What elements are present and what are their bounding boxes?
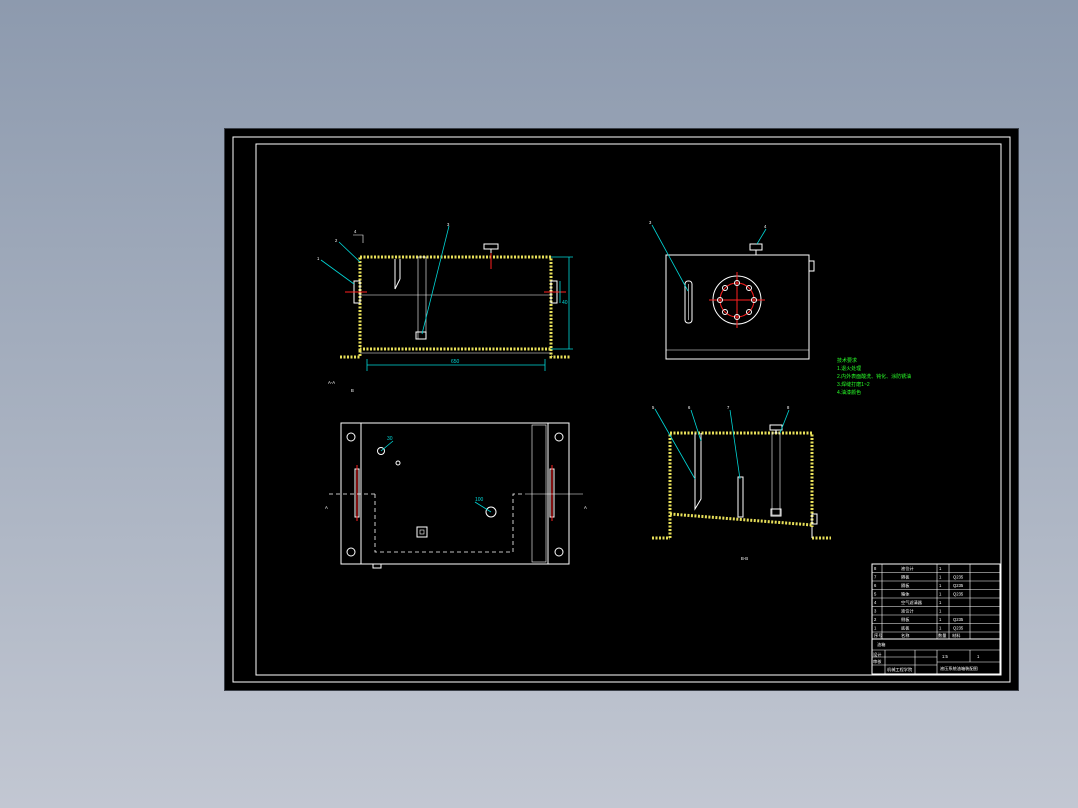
note-4: 4.油漆颜色: [837, 389, 861, 396]
note-3: 3.焊缝打磨1~2: [837, 381, 870, 388]
tb-school: 机械工程学院: [887, 666, 913, 673]
bom-cell-6-2: 1: [939, 617, 942, 622]
cad-viewport[interactable]: 650 40 1 2 3 4 A-A B 3 4 技术要求 1.退火处理 2.内…: [225, 129, 1018, 690]
bom-cell-1-2: 1: [939, 575, 942, 580]
side-callout-4: 4: [764, 224, 767, 229]
bom-cell-5-1: 液位计: [901, 608, 914, 615]
bom-cell-3-0: 5: [874, 592, 877, 597]
plan-view: 30 100 A A: [325, 422, 587, 569]
tb-title: 液压系统油箱装配图: [940, 665, 978, 672]
bom-header-no: 序号: [874, 632, 882, 639]
bom-cell-2-1: 隔板: [901, 582, 910, 589]
bom-cell-0-1: 液位计: [901, 565, 914, 572]
front-section-view: 650 40 1 2 3 4 A-A B: [317, 222, 573, 393]
bom-cell-7-2: 1: [939, 626, 942, 631]
bom-cell-4-1: 空气滤清器: [901, 599, 923, 606]
bom-cell-1-0: 7: [874, 575, 877, 580]
bom-cell-7-0: 1: [874, 626, 877, 631]
section-label-bb: B-B: [741, 556, 748, 561]
bom-cell-7-3: Q235: [953, 626, 964, 631]
tb-scale: 1:5: [942, 654, 948, 659]
section-callout-6: 6: [688, 405, 691, 410]
plan-dim-2: 100: [475, 497, 484, 503]
notes-title: 技术要求: [837, 357, 857, 364]
side-view: 3 4: [649, 220, 815, 360]
section-label-aa: A-A: [328, 380, 335, 385]
bom-cell-2-0: 6: [874, 583, 877, 588]
section-mark-a-left: A: [325, 505, 328, 510]
tb-designer: 设计: [873, 651, 881, 658]
sheet-border-inner: [255, 143, 1002, 676]
bom-cell-2-3: Q235: [953, 583, 964, 588]
bom-cell-0-0: 8: [874, 566, 877, 571]
bom-header-mat: 材料: [952, 632, 961, 639]
bom-cell-4-2: 1: [939, 600, 942, 605]
plan-dim-1: 30: [387, 436, 393, 442]
callout-4: 4: [354, 229, 357, 234]
bom-cell-5-0: 3: [874, 609, 877, 614]
section-callout-7: 7: [727, 405, 730, 410]
section-bb-view: 5 6 7 8 B-B: [652, 405, 831, 561]
bom-cell-6-1: 侧板: [901, 616, 910, 623]
bom-cell-6-0: 2: [874, 617, 877, 622]
bom-cell-3-2: 1: [939, 592, 942, 597]
tb-drawing-name: 油箱: [877, 641, 885, 648]
bom-cell-3-3: Q235: [953, 592, 964, 597]
title-block: 8 液位计 1 7 隔板 1 Q235 6 隔板 1 Q235 5 箱体 1 Q235 4 空气滤清器 1 3 液位计…: [871, 563, 1001, 675]
side-callout-3: 3: [649, 220, 652, 225]
section-callout-8: 8: [787, 405, 790, 410]
dim-height-label: 40: [562, 300, 568, 306]
bom-header-qty: 数量: [938, 632, 946, 639]
bom-cell-4-0: 4: [874, 600, 877, 605]
bom-cell-3-1: 箱体: [901, 591, 910, 598]
bom-header-name: 名称: [901, 632, 909, 639]
section-mark-a-right: A: [584, 505, 587, 510]
section-callout-5: 5: [652, 405, 655, 410]
bom-cell-6-3: Q235: [953, 617, 964, 622]
technical-requirements: 技术要求 1.退火处理 2.内外表面酸洗、钝化、涂防锈油 3.焊缝打磨1~2 4…: [837, 357, 911, 396]
drawing-canvas: 650 40 1 2 3 4 A-A B 3 4 技术要求 1.退火处理 2.内…: [232, 136, 1011, 683]
callout-3: 3: [447, 222, 450, 227]
note-1: 1.退火处理: [837, 365, 861, 372]
bom-cell-5-2: 1: [939, 609, 942, 614]
plan-outline: [340, 422, 570, 565]
svg-text:B: B: [351, 388, 354, 393]
tb-checker: 审核: [873, 658, 882, 665]
bom-cell-7-1: 底板: [901, 625, 910, 632]
tb-sheet: 1: [977, 654, 980, 659]
bom-cell-0-2: 1: [939, 566, 942, 571]
note-2: 2.内外表面酸洗、钝化、涂防锈油: [837, 373, 911, 380]
bom-cell-1-1: 隔板: [901, 574, 910, 581]
bom-cell-1-3: Q235: [953, 575, 964, 580]
sheet-border-outer: [232, 136, 1011, 683]
bom-cell-2-2: 1: [939, 583, 942, 588]
tank-wall-section: [358, 255, 553, 351]
callout-2: 2: [335, 238, 338, 243]
dim-length-label: 650: [451, 359, 460, 365]
callout-1: 1: [317, 256, 320, 261]
